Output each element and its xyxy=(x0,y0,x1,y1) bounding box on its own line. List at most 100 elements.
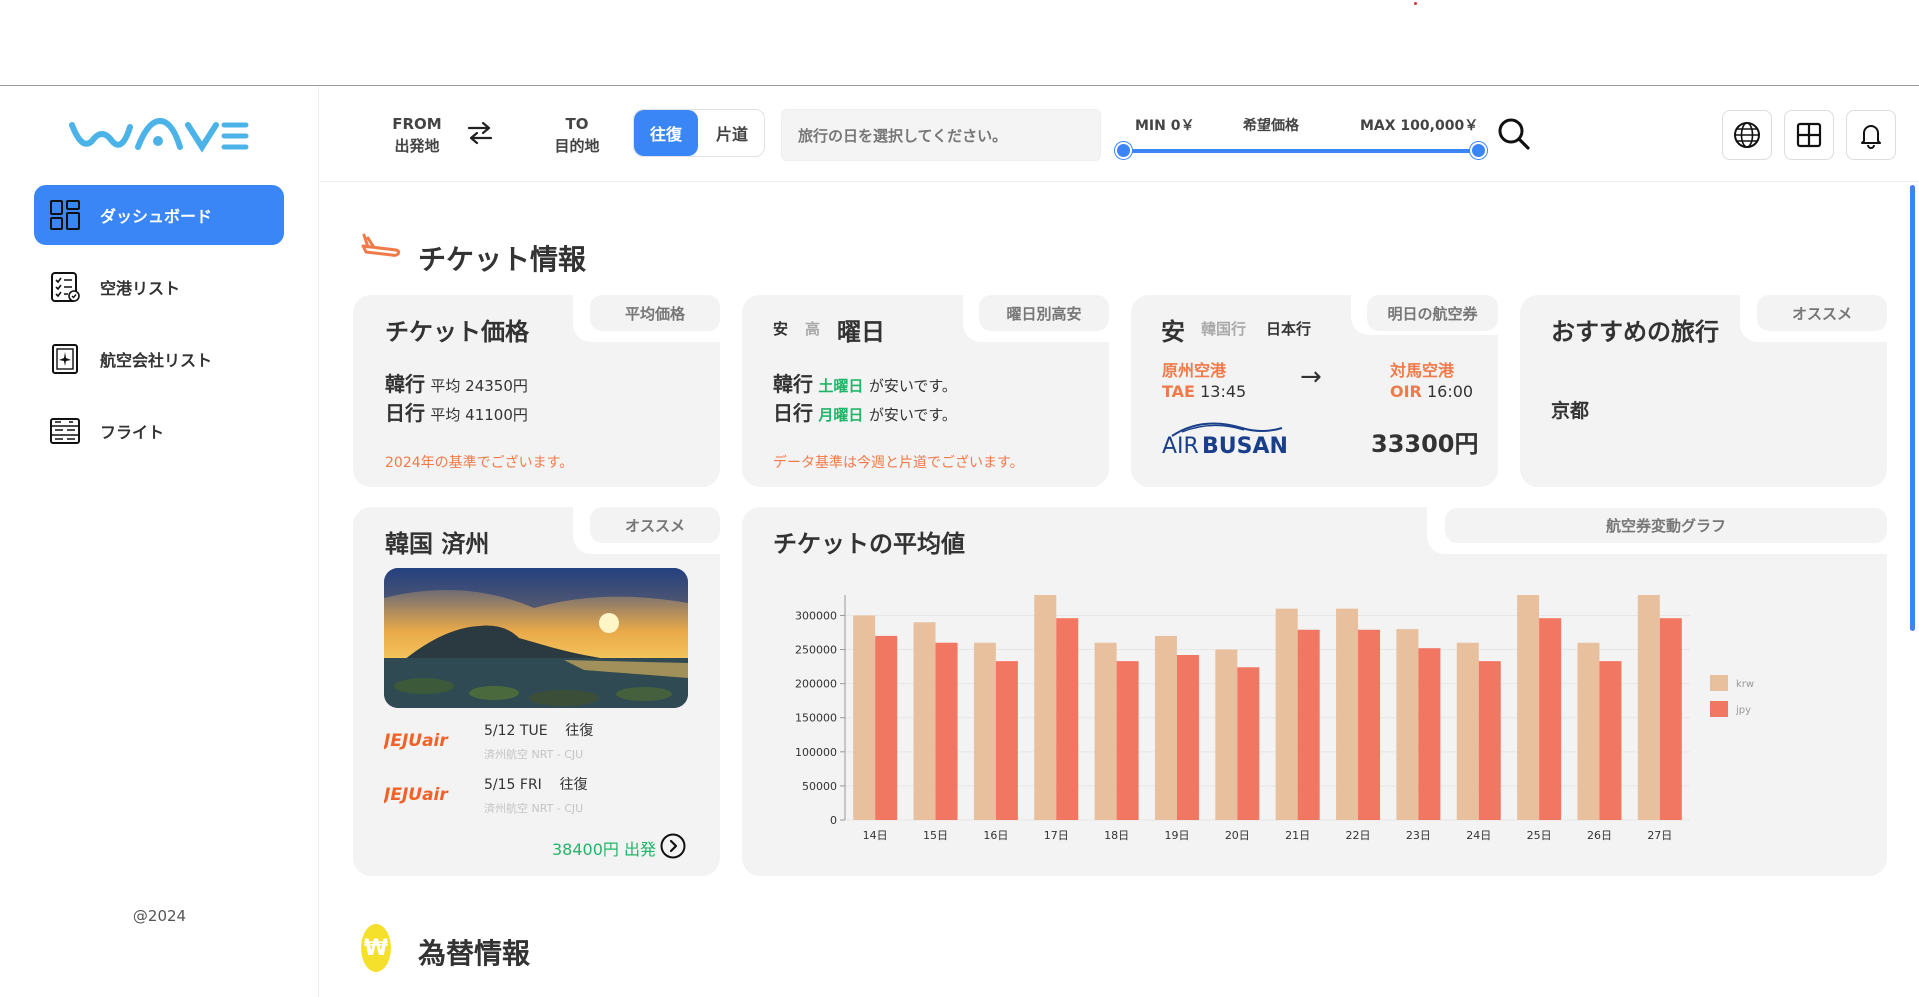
airplane-takeoff-icon xyxy=(361,233,401,257)
average-price-tag[interactable]: 平均価格 xyxy=(590,295,720,331)
tomorrow-ticket-tag[interactable]: 明日の航空券 xyxy=(1367,295,1498,331)
bar-jpy xyxy=(1237,667,1260,820)
browser-top-area xyxy=(0,0,1919,86)
flight-board-icon xyxy=(48,414,82,448)
recommend-tag[interactable]: オススメ xyxy=(1757,295,1887,331)
sidebar-item-airport-list[interactable]: 空港リスト xyxy=(34,257,284,317)
layout-icon xyxy=(1796,122,1822,148)
globe-icon xyxy=(1734,122,1760,148)
one-way-button[interactable]: 片道 xyxy=(700,110,764,156)
tomorrow-ticket-price: 33300円 xyxy=(1371,430,1479,458)
layout-button[interactable] xyxy=(1784,110,1834,160)
jeju-photo[interactable] xyxy=(384,568,688,708)
exchange-section-title: 為替情報 xyxy=(418,937,531,970)
airline-air-text: AIR xyxy=(1162,434,1199,459)
airline-icon xyxy=(48,342,82,376)
sidebar-item-label: ダッシュボード xyxy=(100,207,213,226)
to-selector[interactable]: TO 目的地 xyxy=(537,113,617,157)
won-coin-icon: ₩ xyxy=(361,924,391,972)
travel-date-input[interactable]: 旅行の日を選択してください。 xyxy=(781,109,1101,161)
wave-logo[interactable] xyxy=(68,117,250,155)
y-tick-label: 50000 xyxy=(802,780,837,793)
cheap-toggle[interactable]: 安 xyxy=(773,318,788,339)
bar-krw xyxy=(1396,629,1419,820)
bar-krw xyxy=(913,622,936,820)
arrow-right-circle-icon[interactable] xyxy=(660,833,686,859)
japan-bound-toggle[interactable]: 日本行 xyxy=(1266,318,1311,339)
price-range-title: 希望価格 xyxy=(1243,118,1299,134)
jeju-title: 韓国 済州 xyxy=(385,530,490,558)
flight2-info: 5/15 FRI 往復 xyxy=(484,774,588,794)
bar-krw xyxy=(1034,595,1057,820)
sidebar: ダッシュボード 空港リスト 航空会社リスト フライト @2024 xyxy=(0,87,319,997)
y-tick-label: 100000 xyxy=(795,746,837,759)
dashboard-icon xyxy=(48,198,82,232)
korea-bound-toggle[interactable]: 韓国行 xyxy=(1201,318,1246,339)
price-trend-tag[interactable]: 航空券変動グラフ xyxy=(1445,508,1887,543)
round-trip-button[interactable]: 往復 xyxy=(634,110,698,156)
swap-icon[interactable] xyxy=(465,121,495,145)
weekday-title: 曜日 xyxy=(837,318,885,346)
to-label: TO xyxy=(565,115,589,133)
bar-krw xyxy=(1336,608,1359,820)
y-tick-label: 150000 xyxy=(795,712,837,725)
recommend-destination[interactable]: 京都 xyxy=(1551,396,1589,423)
air-busan-logo: AIR BUSAN xyxy=(1162,418,1288,459)
flight2-date: 5/15 FRI xyxy=(484,777,542,793)
bar-jpy xyxy=(1659,618,1682,820)
legend-label-jpy: jpy xyxy=(1735,705,1751,716)
y-tick-label: 0 xyxy=(830,814,837,827)
japan-cheap-day: 月曜日 xyxy=(818,406,864,424)
y-tick-label: 300000 xyxy=(795,609,837,622)
ticket-section-title: チケット情報 xyxy=(418,243,587,276)
flight2-type: 往復 xyxy=(559,777,588,793)
arrival-code: OIR xyxy=(1390,382,1422,401)
jejuair-logo-text: JEJUair xyxy=(384,731,449,750)
bar-krw xyxy=(1215,649,1238,820)
sidebar-item-airline-list[interactable]: 航空会社リスト xyxy=(34,329,284,389)
bar-krw xyxy=(1154,635,1177,820)
max-price-label: MAX 100,000￥ xyxy=(1360,118,1479,134)
sidebar-item-dashboard[interactable]: ダッシュボード xyxy=(34,185,284,245)
from-selector[interactable]: FROM 出発地 xyxy=(377,113,457,157)
korea-average-row: 韓行 平均 24350円 xyxy=(385,368,528,397)
price-slider-track[interactable] xyxy=(1124,149,1478,153)
departure-airport: 原州空港 xyxy=(1162,361,1227,380)
y-tick-label: 200000 xyxy=(795,678,837,691)
search-icon[interactable] xyxy=(1497,117,1531,151)
scrollbar[interactable] xyxy=(1910,185,1915,631)
flight1-type: 往復 xyxy=(565,723,594,739)
korea-dest: 韓行 xyxy=(773,372,813,396)
arrival-time: 16:00 xyxy=(1426,382,1474,401)
departure-time: 13:45 xyxy=(1200,382,1247,401)
korea-average-value: 平均 24350円 xyxy=(430,377,528,395)
korea-dest: 韓行 xyxy=(385,372,425,396)
japan-dest: 日行 xyxy=(385,401,425,425)
weekday-tag[interactable]: 曜日別高安 xyxy=(979,295,1109,331)
price-slider-max-handle[interactable] xyxy=(1470,142,1487,159)
x-tick-label: 24日 xyxy=(1466,829,1491,842)
korea-cheap-day: 土曜日 xyxy=(818,377,864,395)
bar-jpy xyxy=(935,642,958,820)
japan-dest: 日行 xyxy=(773,401,813,425)
to-sub-label: 目的地 xyxy=(554,137,600,155)
jejuair-logo-text: JEJUair xyxy=(384,785,449,804)
sidebar-item-flight[interactable]: フライト xyxy=(34,401,284,461)
language-button[interactable] xyxy=(1722,110,1772,160)
weekday-card-note: データ基準は今週と片道でございます。 xyxy=(773,455,1024,471)
korea-suffix: が安いです。 xyxy=(868,377,957,395)
bar-jpy xyxy=(1478,661,1501,820)
from-label: FROM xyxy=(392,115,442,133)
flight2-route: 済州航空 NRT - CJU xyxy=(484,802,584,815)
high-toggle[interactable]: 高 xyxy=(805,318,820,339)
notification-button[interactable] xyxy=(1846,110,1896,160)
trip-type-toggle: 往復 片道 xyxy=(633,109,765,157)
sidebar-item-label: 空港リスト xyxy=(100,279,181,298)
jeju-recommend-tag[interactable]: オススメ xyxy=(590,507,720,543)
japan-weekday-row: 日行 月曜日 が安いです。 xyxy=(773,397,957,426)
bar-jpy xyxy=(995,661,1018,820)
ticket-price-title: チケット価格 xyxy=(385,318,529,346)
legend-label-krw: krw xyxy=(1736,679,1754,690)
bar-krw xyxy=(1637,595,1660,820)
price-slider-min-handle[interactable] xyxy=(1115,142,1132,159)
